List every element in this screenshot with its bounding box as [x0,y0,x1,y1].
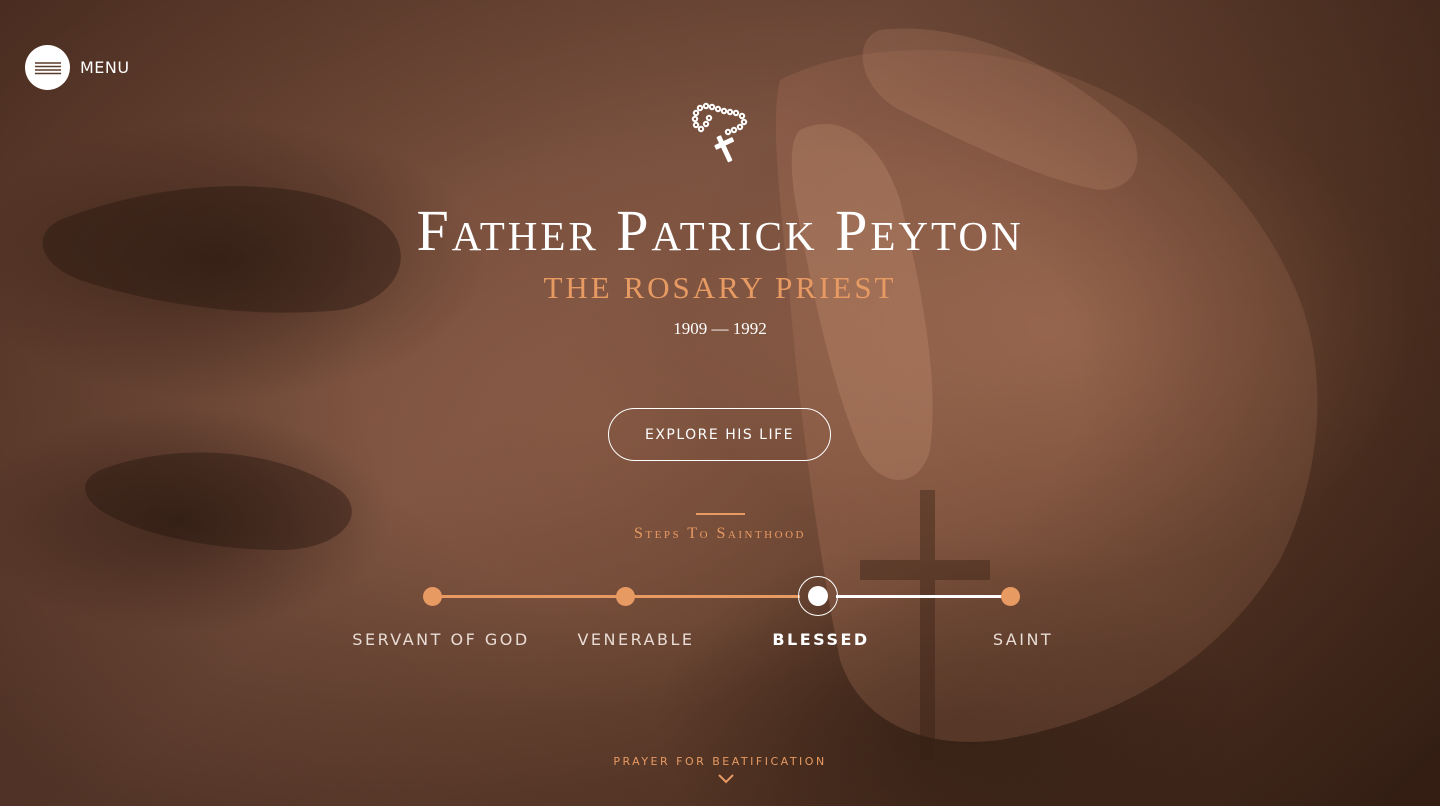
timeline-label-saint[interactable]: SAINT [993,630,1053,649]
timeline-label-blessed[interactable]: BLESSED [772,630,869,649]
timeline-label-venerable[interactable]: VENERABLE [577,630,694,649]
page-subtitle: THE ROSARY PRIEST [543,270,897,305]
page-title: Father Patrick Peyton [416,198,1024,263]
steps-heading: Steps To Sainthood [634,525,806,542]
chevron-down-icon[interactable] [717,773,735,785]
explore-his-life-button[interactable]: EXPLORE HIS LIFE [608,408,831,461]
timeline-dot-blessed[interactable] [798,576,838,616]
timeline-dot-saint[interactable] [1001,587,1020,606]
menu-icon-circle[interactable] [25,45,70,90]
life-years: 1909 — 1992 [673,319,767,338]
hamburger-icon [34,61,61,74]
timeline-dot-venerable[interactable] [616,587,635,606]
timeline-dot-servant-of-god[interactable] [423,587,442,606]
steps-divider [696,513,745,515]
menu-button[interactable]: MENU [25,45,130,90]
menu-label[interactable]: MENU [80,58,130,77]
prayer-for-beatification-link[interactable]: PRAYER FOR BEATIFICATION [0,755,1440,768]
timeline-label-servant-of-god[interactable]: SERVANT OF GOD [352,630,529,649]
rosary-icon [691,102,748,163]
timeline-current-marker [808,586,828,606]
